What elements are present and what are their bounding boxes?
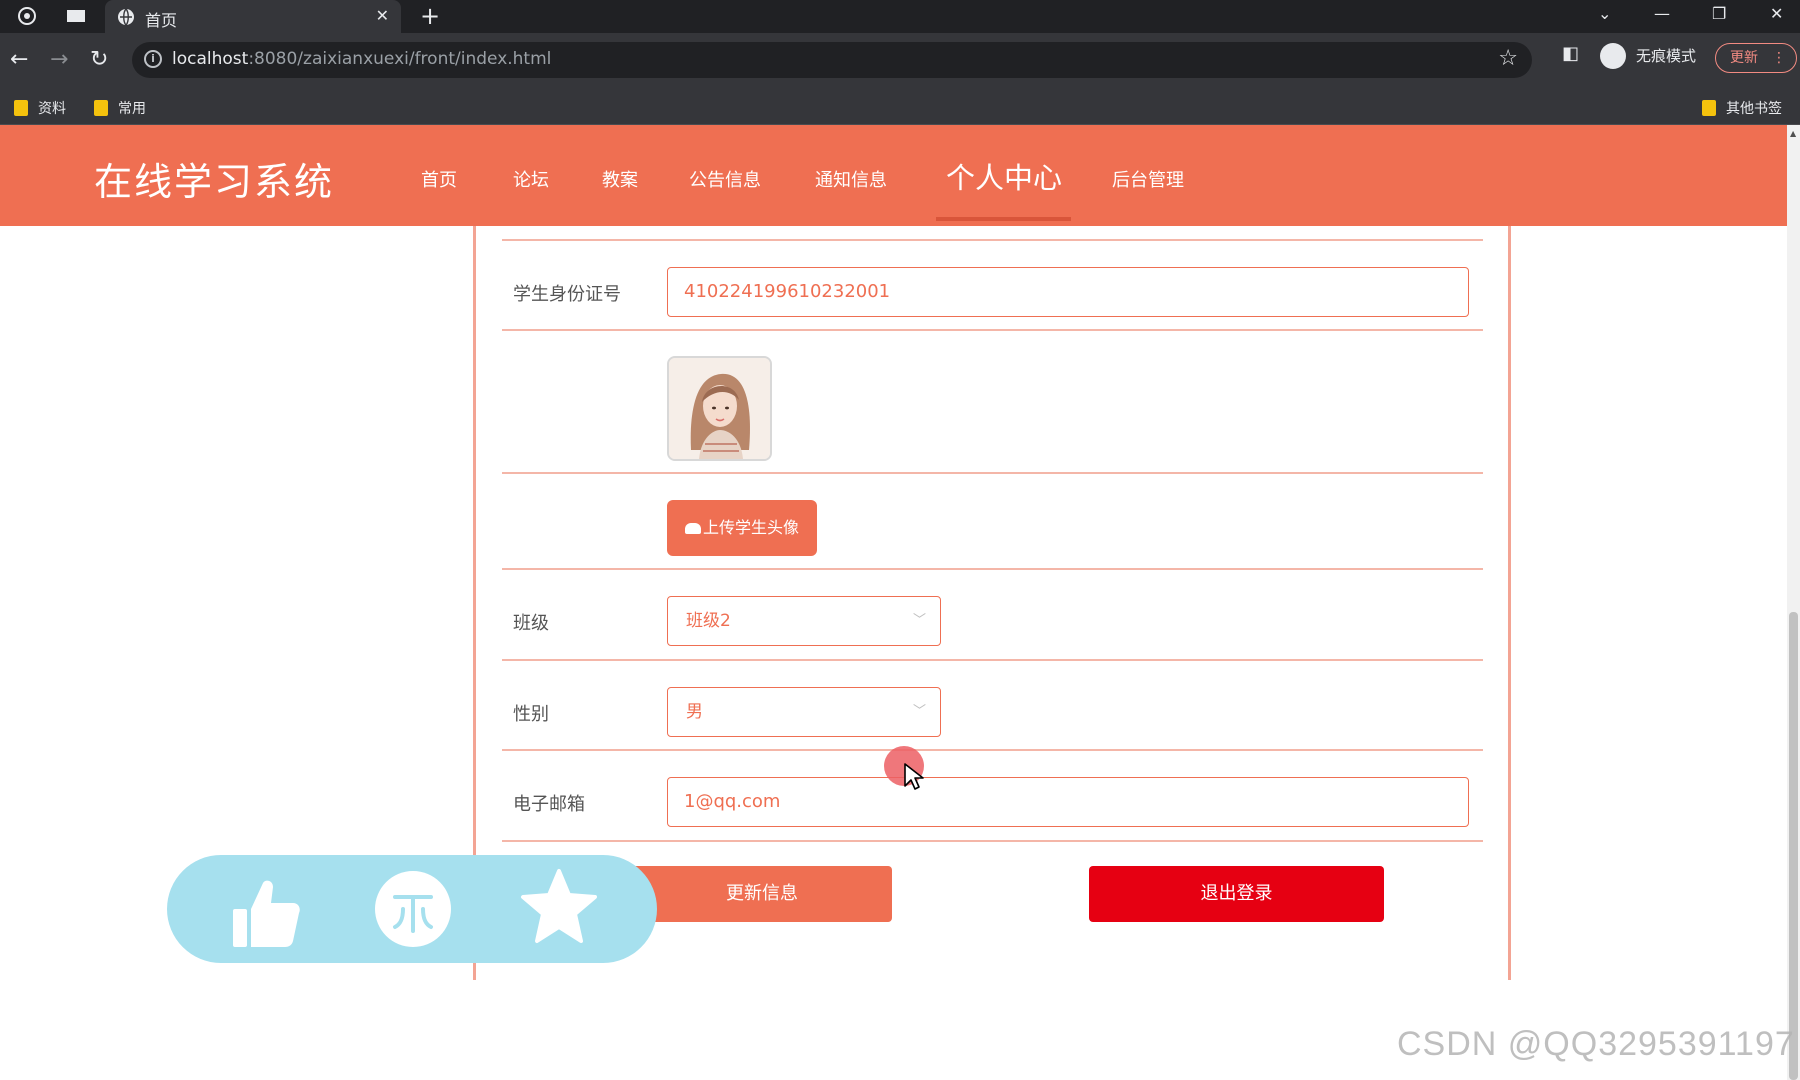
social-actions-overlay — [167, 855, 657, 963]
bookmark-folder-1[interactable]: 资料 — [14, 98, 66, 118]
coin-icon[interactable] — [373, 869, 453, 949]
forward-icon[interactable]: → — [50, 47, 68, 73]
id-number-input[interactable]: 410224199610232001 — [667, 267, 1469, 317]
gender-select[interactable]: 男 ﹀ — [667, 687, 941, 737]
nav-lesson-plans[interactable]: 教案 — [602, 166, 638, 192]
other-bookmarks[interactable]: 其他书签 — [1702, 98, 1782, 118]
folder-icon — [1702, 100, 1716, 116]
row-divider — [502, 659, 1483, 661]
logout-button[interactable]: 退出登录 — [1089, 866, 1384, 922]
mouse-cursor-icon — [904, 763, 924, 790]
nav-notifications[interactable]: 通知信息 — [815, 166, 887, 192]
tab-close-icon[interactable]: ✕ — [376, 6, 389, 25]
address-bar[interactable]: i localhost:8080/zaixianxuexi/front/inde… — [132, 42, 1532, 78]
bookmark-star-icon[interactable]: ☆ — [1498, 46, 1518, 71]
browser-toolbar: ← → ↻ i localhost:8080/zaixianxuexi/fron… — [0, 33, 1800, 88]
row-divider — [502, 568, 1483, 570]
email-input[interactable]: 1@qq.com — [667, 777, 1469, 827]
page-scrollbar[interactable]: ▲ — [1787, 125, 1800, 1080]
incognito-icon — [1600, 43, 1626, 69]
side-panel-icon[interactable]: ◧ — [1562, 43, 1579, 64]
tab-title: 首页 — [145, 11, 178, 30]
row-divider — [502, 840, 1483, 842]
chevron-down-icon: ﹀ — [912, 704, 926, 719]
thumbs-up-icon[interactable] — [227, 875, 303, 951]
star-icon[interactable] — [519, 867, 599, 947]
restore-icon[interactable]: ❐ — [1712, 4, 1726, 23]
nav-admin[interactable]: 后台管理 — [1112, 166, 1184, 192]
globe-icon — [118, 8, 134, 26]
active-nav-underline — [936, 217, 1071, 221]
kebab-menu-icon: ⋮ — [1772, 50, 1786, 66]
chevron-down-icon: ﹀ — [912, 613, 926, 628]
folder-icon — [94, 100, 108, 116]
new-tab-icon[interactable]: + — [420, 2, 440, 30]
gender-label: 性别 — [513, 704, 549, 725]
upload-cloud-icon — [684, 523, 701, 534]
browser-tab-strip: 首页 ✕ + ⌄ — ❐ ✕ — [0, 0, 1800, 33]
nav-announcements[interactable]: 公告信息 — [689, 166, 761, 192]
student-avatar — [667, 356, 772, 461]
email-label: 电子邮箱 — [513, 794, 585, 815]
url-text: localhost:8080/zaixianxuexi/front/index.… — [172, 49, 552, 69]
reload-icon[interactable]: ↻ — [90, 47, 108, 73]
back-icon[interactable]: ← — [10, 47, 28, 73]
nav-forum[interactable]: 论坛 — [513, 166, 549, 192]
site-info-icon[interactable]: i — [144, 50, 162, 68]
class-select[interactable]: 班级2 ﹀ — [667, 596, 941, 646]
row-divider — [502, 239, 1483, 241]
upload-avatar-button[interactable]: 上传学生头像 — [667, 500, 817, 556]
watermark: CSDN @QQ3295391197 — [1397, 1025, 1795, 1063]
chrome-menu-icon[interactable] — [17, 6, 37, 26]
tab-search-icon[interactable] — [66, 6, 86, 26]
incognito-label: 无痕模式 — [1636, 47, 1697, 65]
id-number-label: 学生身份证号 — [513, 284, 621, 305]
bookmarks-bar: 资料 常用 其他书签 — [0, 88, 1800, 125]
class-label: 班级 — [513, 613, 549, 634]
row-divider — [502, 472, 1483, 474]
bookmark-folder-2[interactable]: 常用 — [94, 98, 146, 118]
site-header: 在线学习系统 首页 论坛 教案 公告信息 通知信息 个人中心 后台管理 — [0, 125, 1787, 226]
scrollbar-thumb[interactable] — [1789, 612, 1798, 1080]
scroll-up-arrow-icon[interactable]: ▲ — [1790, 129, 1796, 138]
nav-home[interactable]: 首页 — [421, 166, 457, 192]
update-info-button[interactable]: 更新信息 — [632, 866, 892, 922]
minimize-icon[interactable]: — — [1654, 4, 1670, 23]
browser-update-button[interactable]: 更新 ⋮ — [1715, 43, 1797, 73]
row-divider — [502, 329, 1483, 331]
tab-list-chevron-icon[interactable]: ⌄ — [1598, 4, 1611, 23]
folder-icon — [14, 100, 28, 116]
window-close-icon[interactable]: ✕ — [1770, 4, 1783, 23]
row-divider — [502, 749, 1483, 751]
site-title: 在线学习系统 — [94, 160, 335, 204]
browser-tab[interactable]: 首页 ✕ — [105, 0, 401, 33]
nav-personal-center[interactable]: 个人中心 — [946, 155, 1062, 197]
